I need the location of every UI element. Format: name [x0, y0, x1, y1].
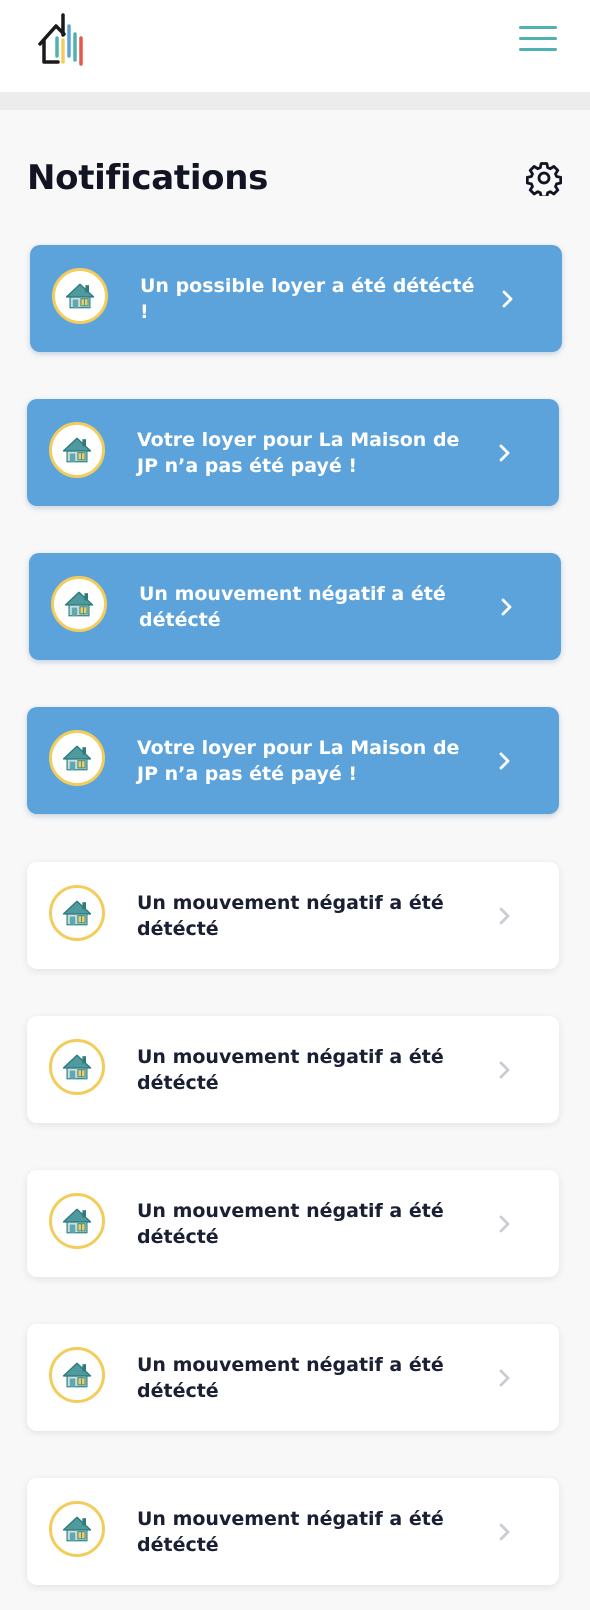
chevron-right-icon — [497, 751, 511, 771]
chevron-right-icon — [497, 1214, 511, 1234]
notification-card[interactable]: Un mouvement négatif a été détécté — [27, 1324, 559, 1431]
house-icon — [49, 730, 105, 786]
house-chart-logo-icon[interactable] — [36, 12, 88, 68]
house-icon — [49, 1039, 105, 1095]
gear-icon[interactable] — [526, 160, 562, 196]
chevron-right-icon — [497, 1368, 511, 1388]
notification-text: Un mouvement négatif a été détécté — [137, 1507, 444, 1556]
chevron-right-icon — [497, 1060, 511, 1080]
notification-card[interactable]: Un mouvement négatif a été détécté — [27, 1478, 559, 1585]
house-icon — [49, 1501, 105, 1557]
chevron-right-icon — [499, 597, 513, 617]
notification-text: Votre loyer pour La Maison de JP n’a pas… — [137, 736, 460, 785]
notification-card[interactable]: Un possible loyer a été détécté ! — [30, 245, 562, 352]
house-icon — [49, 422, 105, 478]
notification-text: Un mouvement négatif a été détécté — [139, 582, 446, 631]
chevron-right-icon — [497, 1522, 511, 1542]
notification-text: Un mouvement négatif a été détécté — [137, 1353, 444, 1402]
house-icon — [51, 576, 107, 632]
notification-text: Un possible loyer a été détécté ! — [140, 274, 475, 323]
chevron-right-icon — [497, 906, 511, 926]
notification-card[interactable]: Un mouvement négatif a été détécté — [27, 1016, 559, 1123]
notification-card[interactable]: Un mouvement négatif a été détécté — [27, 1170, 559, 1277]
notification-card[interactable]: Votre loyer pour La Maison de JP n’a pas… — [27, 399, 559, 506]
chevron-right-icon — [497, 443, 511, 463]
notification-card[interactable]: Un mouvement négatif a été détécté — [29, 553, 561, 660]
house-icon — [49, 1347, 105, 1403]
hamburger-menu-icon[interactable] — [519, 24, 559, 54]
header-divider — [0, 92, 590, 110]
notification-text: Un mouvement négatif a été détécté — [137, 891, 444, 940]
house-icon — [49, 1193, 105, 1249]
notification-card[interactable]: Votre loyer pour La Maison de JP n’a pas… — [27, 707, 559, 814]
house-icon — [49, 885, 105, 941]
chevron-right-icon — [500, 289, 514, 309]
notification-text: Un mouvement négatif a été détécté — [137, 1199, 444, 1248]
notification-card[interactable]: Un mouvement négatif a été détécté — [27, 862, 559, 969]
notification-text: Un mouvement négatif a été détécté — [137, 1045, 444, 1094]
page-title: Notifications — [27, 158, 269, 198]
house-icon — [52, 268, 108, 324]
top-bar — [0, 0, 590, 92]
notification-text: Votre loyer pour La Maison de JP n’a pas… — [137, 428, 460, 477]
